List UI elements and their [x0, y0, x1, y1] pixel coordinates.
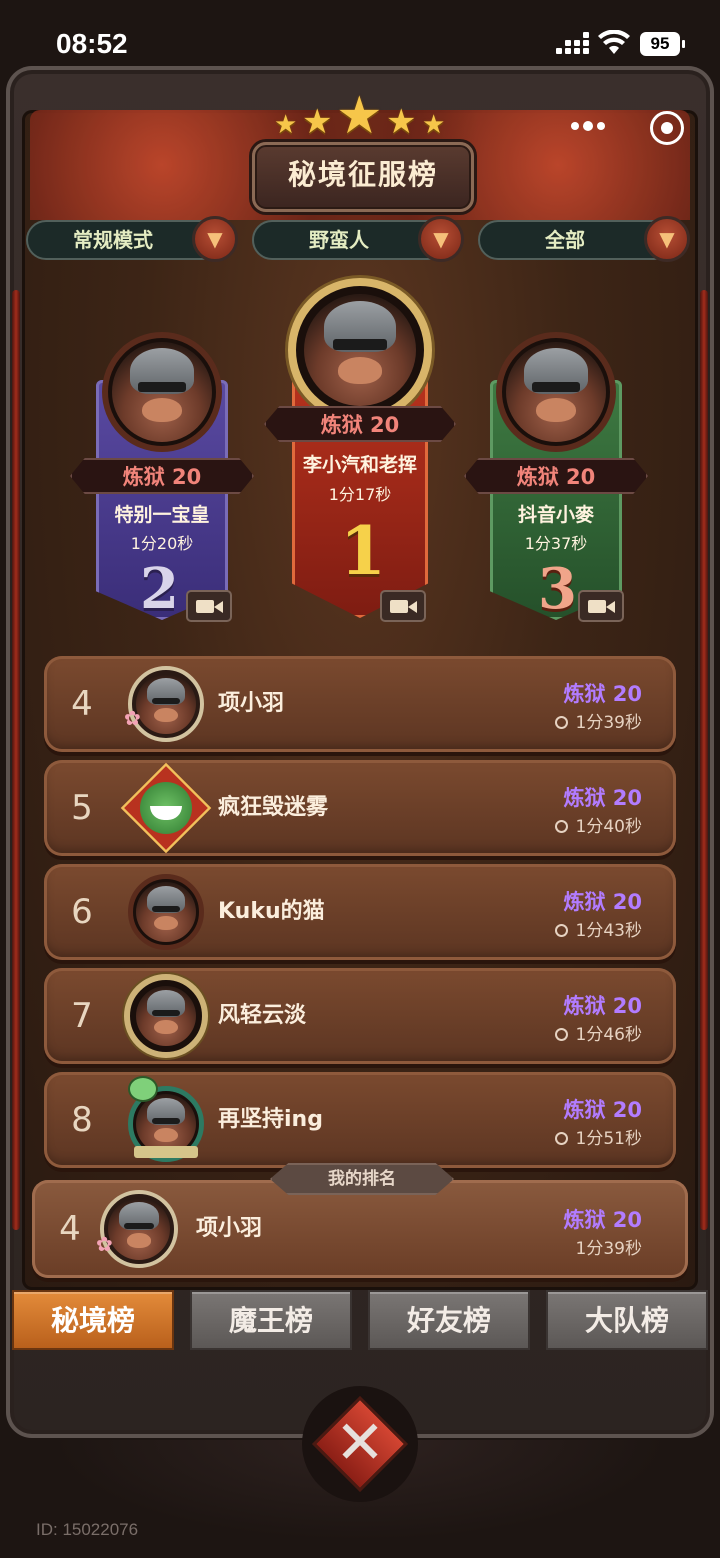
cellular-signal-icon [556, 32, 590, 56]
class-filter-dropdown[interactable]: 野蛮人 ▼ [252, 216, 464, 262]
my-clear-time: 1分39秒 [575, 1239, 642, 1259]
flower-icon: ✿ [96, 1232, 113, 1256]
clock-icon [554, 924, 568, 937]
list-item[interactable]: 6 Kuku的猫 炼狱 20 1分43秒 [44, 864, 676, 960]
ribbon-icon [134, 1146, 198, 1158]
clear-time: 1分39秒 [554, 708, 642, 733]
tier-label: 炼狱 20 [563, 786, 642, 810]
right-rail [700, 290, 708, 1230]
replay-video-button[interactable] [578, 590, 624, 622]
avatar[interactable] [304, 294, 416, 406]
rank-number: 7 [71, 996, 93, 1036]
tab-secret-realm[interactable]: 秘境榜 [12, 1290, 174, 1350]
first-rank-number: 1 [340, 512, 386, 590]
tab-team[interactable]: 大队榜 [546, 1290, 708, 1350]
player-name: 疯狂毁迷雾 [218, 795, 329, 820]
left-rail [12, 290, 20, 1230]
second-player-time: 1分20秒 [130, 534, 194, 553]
clock-icon [554, 820, 568, 833]
clear-time: 1分51秒 [554, 1124, 642, 1149]
clock-icon [554, 716, 568, 729]
star-icon: ★ [302, 102, 333, 142]
avatar[interactable] [128, 1076, 204, 1162]
stars-ornament: ★ ★ ★ ★ ★ [270, 86, 450, 146]
avatar[interactable]: ✿ [124, 666, 204, 742]
wifi-icon [598, 30, 630, 54]
tab-friends[interactable]: 好友榜 [368, 1290, 530, 1350]
status-time: 08:52 [56, 28, 128, 59]
chevron-down-icon[interactable]: ▼ [644, 216, 690, 262]
battery-indicator: 95 [640, 32, 685, 56]
tier-label: 炼狱 20 [563, 1098, 642, 1122]
class-filter-label: 野蛮人 [309, 228, 369, 252]
star-icon: ★ [274, 110, 298, 140]
third-rank-number: 3 [538, 556, 577, 622]
tier-label: 炼狱 20 [563, 682, 642, 706]
close-icon: ✕ [334, 1408, 386, 1478]
more-options-button[interactable] [566, 112, 610, 140]
avatar[interactable]: ✿ [96, 1190, 178, 1268]
clock-icon [554, 1132, 568, 1145]
avatar[interactable] [112, 342, 212, 442]
list-item[interactable]: 4 ✿ 项小羽 炼狱 20 1分39秒 [44, 656, 676, 752]
player-name: 再坚持ing [218, 1107, 323, 1132]
player-name: 项小羽 [218, 691, 285, 716]
second-tier: 炼狱 20 [70, 458, 254, 494]
my-tier-label: 炼狱 20 [563, 1208, 642, 1232]
avatar[interactable] [124, 974, 208, 1058]
third-tier: 炼狱 20 [464, 458, 648, 494]
my-player-name: 项小羽 [196, 1216, 263, 1241]
avatar[interactable] [506, 342, 606, 442]
rank-number: 6 [71, 892, 93, 932]
third-player-time: 1分37秒 [524, 534, 588, 553]
third-player-name: 抖音小麥 [517, 504, 594, 526]
star-icon: ★ [386, 102, 417, 142]
avatar[interactable] [120, 762, 212, 854]
chevron-down-icon[interactable]: ▼ [418, 216, 464, 262]
replay-video-button[interactable] [186, 590, 232, 622]
list-item[interactable]: 7 风轻云淡 炼狱 20 1分46秒 [44, 968, 676, 1064]
second-rank-number: 2 [140, 556, 179, 622]
second-player-name: 特别一宝皇 [114, 504, 210, 526]
mode-filter-dropdown[interactable]: 常规模式 ▼ [26, 216, 238, 262]
player-name: Kuku的猫 [218, 899, 325, 924]
mode-filter-label: 常规模式 [73, 228, 153, 252]
flower-icon: ✿ [124, 706, 141, 730]
first-player-time: 1分17秒 [328, 485, 392, 504]
my-rank-number: 4 [59, 1209, 81, 1249]
list-item[interactable]: 5 疯狂毁迷雾 炼狱 20 1分40秒 [44, 760, 676, 856]
tier-label: 炼狱 20 [563, 994, 642, 1018]
my-rank-label: 我的排名 [270, 1163, 454, 1195]
level-badge-icon [128, 1076, 158, 1102]
star-icon: ★ [336, 86, 383, 146]
star-icon: ★ [422, 110, 446, 140]
close-button[interactable]: ✕ [302, 1386, 418, 1502]
chevron-down-icon[interactable]: ▼ [192, 216, 238, 262]
clear-time: 1分43秒 [554, 916, 642, 941]
scope-filter-label: 全部 [545, 228, 585, 252]
tab-demon-king[interactable]: 魔王榜 [190, 1290, 352, 1350]
tier-label: 炼狱 20 [563, 890, 642, 914]
player-name: 风轻云淡 [218, 1003, 307, 1028]
clear-time: 1分46秒 [554, 1020, 642, 1045]
user-id: ID: 15022076 [36, 1520, 139, 1539]
rank-number: 4 [71, 684, 93, 724]
scope-filter-dropdown[interactable]: 全部 ▼ [478, 216, 690, 262]
first-player-name: 李小汽和老挥 [302, 454, 417, 476]
avatar[interactable] [128, 874, 204, 950]
rank-number: 8 [71, 1100, 93, 1140]
first-tier: 炼狱 20 [264, 406, 456, 442]
close-miniprogram-button[interactable] [650, 111, 684, 145]
rank-number: 5 [71, 788, 93, 828]
page-title: 秘境征服榜 [252, 142, 474, 212]
list-item[interactable]: 8 再坚持ing 炼狱 20 1分51秒 [44, 1072, 676, 1168]
clock-icon [554, 1028, 568, 1041]
replay-video-button[interactable] [380, 590, 426, 622]
clear-time: 1分40秒 [554, 812, 642, 837]
